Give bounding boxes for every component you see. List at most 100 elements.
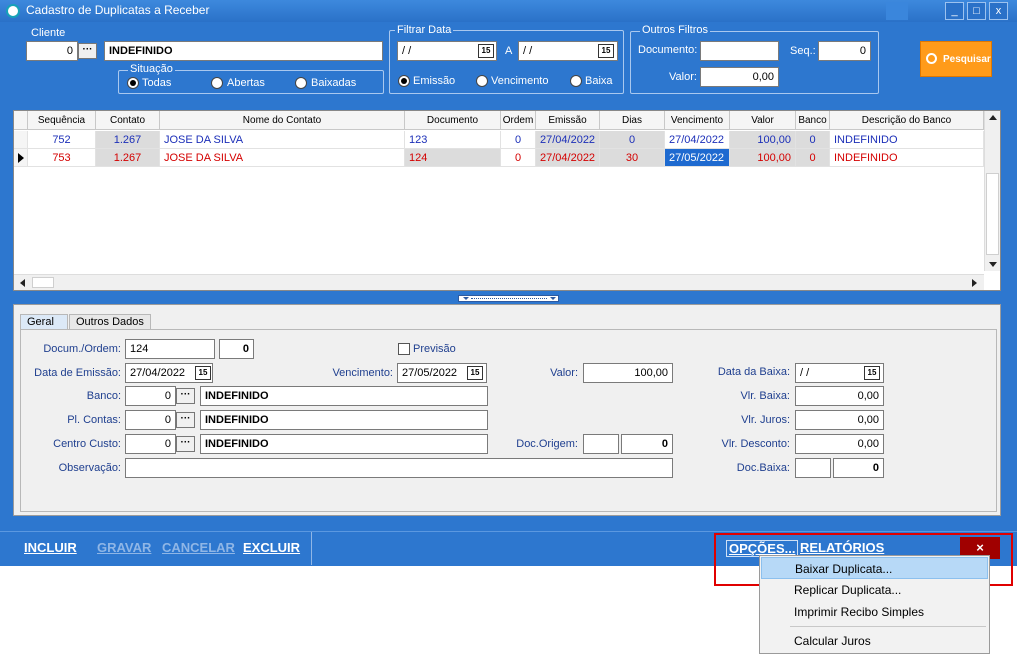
row-indicator-header xyxy=(14,111,28,130)
grid-cell-vencimento[interactable]: 27/04/2022 xyxy=(665,131,730,149)
row-indicator[interactable] xyxy=(14,149,28,167)
vlr-juros-label: Vlr. Juros: xyxy=(741,414,790,426)
horizontal-scrollbar[interactable] xyxy=(14,274,984,290)
gravar-button[interactable]: GRAVAR xyxy=(97,540,151,555)
grid-cell-emissao[interactable]: 27/04/2022 xyxy=(536,149,600,167)
centro-custo-lookup-button[interactable]: ··· xyxy=(176,436,195,452)
scroll-down-icon[interactable] xyxy=(989,262,997,267)
grid-cell-valor[interactable]: 100,00 xyxy=(730,149,796,167)
observacao-label: Observação: xyxy=(58,462,121,474)
scroll-left-icon[interactable] xyxy=(20,279,25,287)
column-header[interactable]: Ordem xyxy=(501,111,536,130)
column-header[interactable]: Documento xyxy=(405,111,501,130)
banco-lookup-button[interactable]: ··· xyxy=(176,388,195,404)
doc-baixa-input[interactable]: 0 xyxy=(833,458,884,478)
row-indicator[interactable] xyxy=(14,131,28,149)
grid-cell-documento[interactable]: 123 xyxy=(405,131,501,149)
vencimento-calendar-icon[interactable]: 15 xyxy=(467,366,483,380)
grid-cell-contato[interactable]: 1.267 xyxy=(96,149,160,167)
grid-cell-banco[interactable]: 0 xyxy=(796,149,830,167)
observacao-input[interactable] xyxy=(125,458,673,478)
maximize-button[interactable]: □ xyxy=(967,2,986,20)
column-header[interactable]: Contato xyxy=(96,111,160,130)
ordem-input[interactable]: 0 xyxy=(219,339,254,359)
filter-vencimento-radio[interactable] xyxy=(476,75,488,87)
scroll-right-icon[interactable] xyxy=(972,279,977,287)
incluir-button[interactable]: INCLUIR xyxy=(24,540,77,555)
tab-geral[interactable]: Geral xyxy=(20,314,68,330)
grid-cell-sequencia[interactable]: 752 xyxy=(28,131,96,149)
column-header[interactable]: Dias xyxy=(600,111,665,130)
date-to-calendar-icon[interactable]: 15 xyxy=(598,44,614,58)
column-header[interactable]: Valor xyxy=(730,111,796,130)
duplicatas-grid: Sequência Contato Nome do Contato Docume… xyxy=(13,110,1001,291)
grid-cell-valor[interactable]: 100,00 xyxy=(730,131,796,149)
grid-cell-ordem[interactable]: 0 xyxy=(501,131,536,149)
vlr-baixa-label: Vlr. Baixa: xyxy=(740,390,790,402)
vertical-scrollbar[interactable] xyxy=(984,111,1000,271)
plcontas-code-input[interactable]: 0 xyxy=(125,410,176,430)
minimize-button[interactable]: _ xyxy=(945,2,964,20)
grid-cell-nome[interactable]: JOSE DA SILVA xyxy=(160,149,405,167)
emissao-calendar-icon[interactable]: 15 xyxy=(195,366,211,380)
grid-cell-documento[interactable]: 124 xyxy=(405,149,501,167)
column-header[interactable]: Descrição do Banco xyxy=(830,111,984,130)
seq-input[interactable]: 0 xyxy=(818,41,871,61)
grid-cell-banco[interactable]: 0 xyxy=(796,131,830,149)
situacao-baixadas-radio[interactable] xyxy=(295,77,307,89)
grid-cell-descricao[interactable]: INDEFINIDO xyxy=(830,149,984,167)
situacao-abertas-radio[interactable] xyxy=(211,77,223,89)
hscroll-thumb[interactable] xyxy=(32,277,54,288)
cliente-code-input[interactable]: 0 xyxy=(26,41,78,61)
doc-baixa-prefix-input[interactable] xyxy=(795,458,831,478)
column-header[interactable]: Vencimento xyxy=(665,111,730,130)
grid-cell-descricao[interactable]: INDEFINIDO xyxy=(830,131,984,149)
centro-custo-code-input[interactable]: 0 xyxy=(125,434,176,454)
column-header[interactable]: Emissão xyxy=(536,111,600,130)
menu-item-imprimir-recibo[interactable]: Imprimir Recibo Simples xyxy=(761,601,988,623)
vlr-desconto-input[interactable]: 0,00 xyxy=(795,434,884,454)
situacao-todas-radio[interactable] xyxy=(127,77,139,89)
valor-filter-label: Valor: xyxy=(669,71,697,83)
documento-input[interactable] xyxy=(700,41,779,61)
grid-cell-nome[interactable]: JOSE DA SILVA xyxy=(160,131,405,149)
outros-filtros-label: Outros Filtros xyxy=(640,24,711,36)
grid-cell-emissao[interactable]: 27/04/2022 xyxy=(536,131,600,149)
scroll-up-icon[interactable] xyxy=(989,115,997,120)
menu-item-calcular-juros[interactable]: Calcular Juros xyxy=(761,630,988,652)
valor-input[interactable]: 100,00 xyxy=(583,363,673,383)
grid-cell-dias[interactable]: 0 xyxy=(600,131,665,149)
cancelar-button[interactable]: CANCELAR xyxy=(162,540,235,555)
column-header[interactable]: Sequência xyxy=(28,111,96,130)
search-button[interactable]: Pesquisar xyxy=(920,41,992,77)
docum-input[interactable]: 124 xyxy=(125,339,215,359)
close-window-button[interactable]: x xyxy=(989,2,1008,20)
valor-filter-input[interactable]: 0,00 xyxy=(700,67,779,87)
splitter-handle[interactable] xyxy=(458,295,559,302)
excluir-button[interactable]: EXCLUIR xyxy=(243,540,300,555)
previsao-checkbox[interactable] xyxy=(398,343,410,355)
data-baixa-calendar-icon[interactable]: 15 xyxy=(864,366,880,380)
grid-cell-dias[interactable]: 30 xyxy=(600,149,665,167)
plcontas-lookup-button[interactable]: ··· xyxy=(176,412,195,428)
grid-cell-vencimento[interactable]: 27/05/2022 xyxy=(665,149,730,167)
doc-origem-input[interactable]: 0 xyxy=(621,434,673,454)
cliente-lookup-button[interactable]: ··· xyxy=(78,43,97,59)
grid-cell-contato[interactable]: 1.267 xyxy=(96,131,160,149)
tab-outros-dados[interactable]: Outros Dados xyxy=(69,314,151,330)
filter-emissao-radio[interactable] xyxy=(398,75,410,87)
column-header[interactable]: Banco xyxy=(796,111,830,130)
filter-baixa-radio[interactable] xyxy=(570,75,582,87)
menu-item-replicar-duplicata[interactable]: Replicar Duplicata... xyxy=(761,579,988,601)
vlr-juros-input[interactable]: 0,00 xyxy=(795,410,884,430)
grid-cell-ordem[interactable]: 0 xyxy=(501,149,536,167)
vlr-baixa-input[interactable]: 0,00 xyxy=(795,386,884,406)
grid-cell-sequencia[interactable]: 753 xyxy=(28,149,96,167)
doc-origem-prefix-input[interactable] xyxy=(583,434,619,454)
scroll-thumb[interactable] xyxy=(986,173,999,255)
menu-item-baixar-duplicata[interactable]: Baixar Duplicata... xyxy=(761,557,988,579)
banco-code-input[interactable]: 0 xyxy=(125,386,176,406)
date-from-calendar-icon[interactable]: 15 xyxy=(478,44,494,58)
seq-label: Seq.: xyxy=(790,45,816,57)
column-header[interactable]: Nome do Contato xyxy=(160,111,405,130)
